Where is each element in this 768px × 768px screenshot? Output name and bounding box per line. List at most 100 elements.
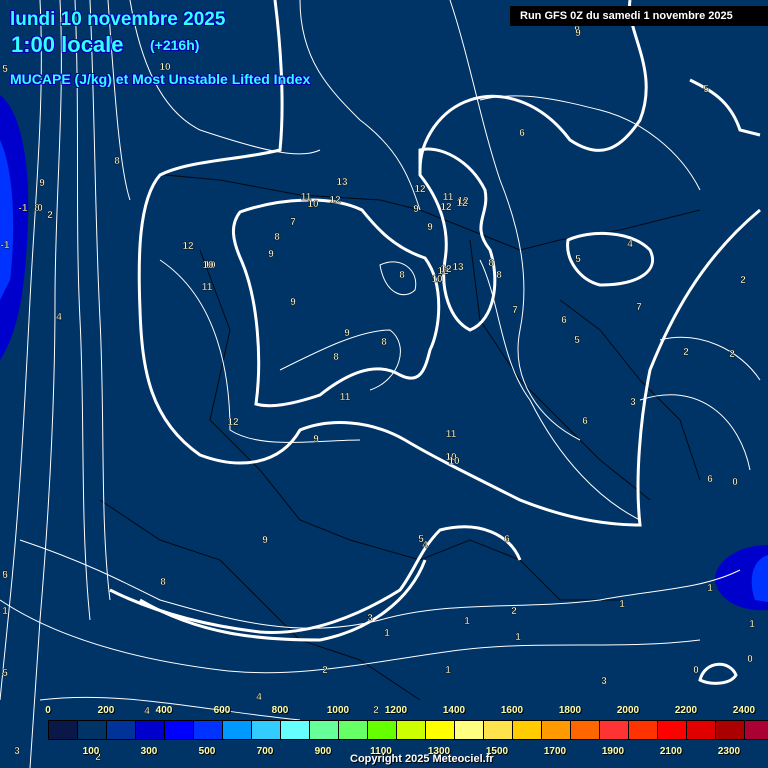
legend-swatch [716,721,745,739]
contour-label: 1 [515,632,521,643]
contour-label: 1 [2,606,8,617]
contour-label: 9 [344,328,350,339]
copyright: Copyright 2025 Meteociel.fr [350,753,494,765]
legend-label-bottom: 2100 [659,746,683,757]
legend-label-top: 800 [271,705,289,716]
legend-swatch [165,721,194,739]
legend-swatch [368,721,397,739]
contour-label: 12 [440,202,452,213]
forecast-local-time: 1:00 locale [11,32,124,57]
contour-label: 1 [445,665,451,676]
contour-label: 9 [39,178,45,189]
legend-swatch [745,721,768,739]
legend-label-top: 2400 [732,705,756,716]
contour-label: 4 [56,312,62,323]
thick-contours [109,0,761,685]
contour-label: 5 [2,570,8,581]
contour-label: 4 [144,706,150,717]
contour-label: 11 [340,392,351,403]
contour-label: 8 [488,258,494,269]
mucape-map: 10898501-1 02-18410131110 1278912101198 129… [0,0,768,768]
contour-label: 8 [274,232,280,243]
contour-label: 10 [202,260,214,271]
legend-swatch [513,721,542,739]
contour-label: 5 [703,84,709,95]
legend-label-top: 2000 [616,705,640,716]
legend-label-top: 1200 [384,705,408,716]
contour-label: 2 [322,665,328,676]
contour-label: 6 [561,315,567,326]
contour-label: 12 [456,198,468,209]
contour-label: 1 [384,628,390,639]
forecast-date: lundi 10 novembre 2025 [10,9,226,30]
contour-label: 12 [182,241,194,252]
legend-swatch [223,721,252,739]
contour-label: 0 [693,665,699,676]
legend-swatch [484,721,513,739]
contour-label: 0 [732,477,738,488]
legend-label-bottom: 500 [198,746,216,757]
contour-label: 5 [575,254,581,265]
contour-label: 12 [414,184,426,195]
contour-label: 1 [707,583,713,594]
legend-label-top: 1800 [558,705,582,716]
contour-label: 1 [619,599,625,610]
contour-label: 0 [747,654,753,665]
contour-label: 8 [114,156,120,167]
contour-label: 11 [202,282,213,293]
legend-label-top: 1400 [442,705,466,716]
legend-swatch [339,721,368,739]
legend-swatch [542,721,571,739]
legend-label-top: 1600 [500,705,524,716]
legend-swatch [78,721,107,739]
legend-swatch [397,721,426,739]
legend-swatch [571,721,600,739]
contour-label: 9 [427,222,433,233]
legend-label-top: 400 [155,705,173,716]
contour-label: 8 [496,270,502,281]
legend-label-top: 1000 [326,705,350,716]
contour-label: 2 [47,210,53,221]
legend-label-bottom: 300 [140,746,158,757]
contour-label: 8 [381,337,387,348]
legend-swatch [281,721,310,739]
contour-label: 12 [440,264,452,275]
legend-swatch [136,721,165,739]
contour-label: 8 [399,270,405,281]
contour-label: 9 [575,28,581,39]
legend-label-bottom: 1900 [601,746,625,757]
parameter-title: MUCAPE (J/kg) et Most Unstable Lifted In… [10,71,311,87]
contour-label: 1 [749,619,755,630]
legend-swatch [49,721,78,739]
legend-swatch [107,721,136,739]
legend-label-bottom: 900 [314,746,332,757]
contour-label: 9 [290,297,296,308]
contour-label: 6 [582,416,588,427]
legend-label-top: 0 [45,705,51,716]
contour-label: 3 [14,746,20,757]
contour-label: 4 [627,239,633,250]
contour-label: 2 [740,275,746,286]
contour-label: 2 [729,349,735,360]
contour-label: 1 [464,616,470,627]
contour-label: 11 [446,429,457,440]
contour-label: 3 [601,676,607,687]
contour-label: 7 [512,305,518,316]
legend-swatch [455,721,484,739]
weather-map-view: 10 8 9 8 5 0 1 -1 0 2 -1 8 4 10 13 11 10 12 7 8 9 12 10 11 9 8 12 9… [0,0,768,768]
contour-label: 0 [37,203,43,214]
contour-labels: 10898501-1 02-18410131110 1278912101198 129… [0,22,755,763]
contour-label: 3 [630,397,636,408]
legend-swatch [194,721,223,739]
legend-label-top: 600 [213,705,231,716]
contour-label: 5 [2,64,8,75]
contour-label: 10 [431,274,443,285]
contour-label: -1 [1,240,10,251]
contour-label: 12 [329,195,341,206]
contour-label: 8 [160,577,166,588]
contour-label: -1 [19,203,28,214]
legend-swatch [658,721,687,739]
legend-label-top: 200 [97,705,115,716]
contour-label: 4 [422,540,428,551]
contour-label: 5 [2,668,8,679]
